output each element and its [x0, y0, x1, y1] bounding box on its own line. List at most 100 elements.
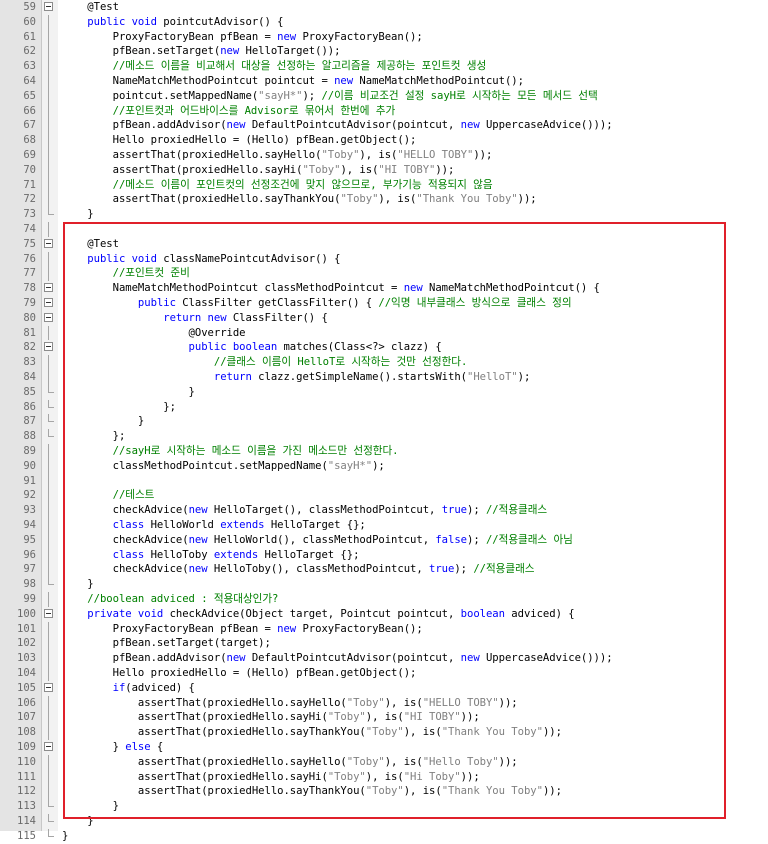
code-token: ), is(: [365, 711, 404, 724]
code-line[interactable]: 105 if(adviced) {: [0, 681, 768, 696]
code-line[interactable]: 80 return new ClassFilter() {: [0, 311, 768, 326]
code-line[interactable]: 110 assertThat(proxiedHello.sayHello("To…: [0, 754, 768, 770]
code-line[interactable]: 61 ProxyFactoryBean pfBean = new ProxyFa…: [0, 29, 768, 45]
code-line[interactable]: 67 pfBean.addAdvisor(new DefaultPointcut…: [0, 118, 768, 134]
code-token: "Toby": [321, 149, 360, 161]
fold-toggle-icon[interactable]: [44, 238, 53, 248]
code-line[interactable]: 87 }: [0, 414, 768, 429]
code-token: matches(Class<?> clazz) {: [283, 341, 442, 354]
code-token: else: [125, 741, 157, 753]
code-line[interactable]: 92 //테스트: [0, 488, 768, 504]
line-number: 65: [23, 89, 36, 102]
code-text: //boolean adviced : 적용대상인가?: [62, 592, 278, 607]
line-number: 99: [23, 593, 36, 605]
code-line[interactable]: 114 }: [0, 814, 768, 829]
code-line[interactable]: 109 } else {: [0, 740, 768, 755]
code-line[interactable]: 83 //클래스 이름이 HelloT로 시작하는 것만 선정한다.: [0, 355, 768, 370]
code-line[interactable]: 104 Hello proxiedHello = (Hello) pfBean.…: [0, 666, 768, 681]
code-token: //메소드 이름을 비교해서 대상을 선정하는 알고리즘을 제공하는 포인트컷 …: [62, 60, 487, 73]
code-line[interactable]: 75 @Test: [0, 237, 768, 252]
code-line[interactable]: 98 }: [0, 577, 768, 592]
fold-guide: [48, 266, 49, 282]
fold-toggle-icon[interactable]: [44, 312, 53, 322]
code-line[interactable]: 90 classMethodPointcut.setMappedName("sa…: [0, 458, 768, 474]
code-token: if: [62, 681, 126, 694]
code-line[interactable]: 66 //포인트컷과 어드바이스를 Advisor로 묶어서 한번에 추가: [0, 103, 768, 119]
code-line[interactable]: 72 assertThat(proxiedHello.sayThankYou("…: [0, 192, 768, 208]
code-line[interactable]: 94 class HelloWorld extends HelloTarget …: [0, 518, 768, 533]
code-line[interactable]: 78 NameMatchMethodPointcut classMethodPo…: [0, 281, 768, 296]
code-text: //메소드 이름을 비교해서 대상을 선정하는 알고리즘을 제공하는 포인트컷 …: [62, 59, 487, 74]
fold-toggle-icon[interactable]: [44, 298, 53, 307]
code-line[interactable]: 111 assertThat(proxiedHello.sayHi("Toby"…: [0, 769, 768, 785]
code-line[interactable]: 68 Hello proxiedHello = (Hello) pfBean.g…: [0, 133, 768, 148]
code-line[interactable]: 71 //메소드 이름이 포인트컷의 선정조건에 맞지 않으므로, 부가기능 적…: [0, 177, 768, 193]
code-line[interactable]: 70 assertThat(proxiedHello.sayHi("Toby")…: [0, 162, 768, 178]
code-line[interactable]: 79 public ClassFilter getClassFilter() {…: [0, 296, 768, 311]
code-line[interactable]: 59 @Test: [0, 0, 768, 15]
code-line[interactable]: 62 pfBean.setTarget(new HelloTarget());: [0, 44, 768, 60]
code-line[interactable]: 82 public boolean matches(Class<?> clazz…: [0, 340, 768, 355]
code-line[interactable]: 102 pfBean.setTarget(target);: [0, 636, 768, 652]
code-token: checkAdvice(Object target, Pointcut poin…: [169, 607, 461, 620]
code-line[interactable]: 93 checkAdvice(new HelloTarget(), classM…: [0, 503, 768, 518]
code-line[interactable]: 69 assertThat(proxiedHello.sayHello("Tob…: [0, 148, 768, 163]
code-line[interactable]: 99 //boolean adviced : 적용대상인가?: [0, 592, 768, 607]
code-text: pfBean.addAdvisor(new DefaultPointcutAdv…: [62, 118, 613, 133]
code-token: "sayH*": [327, 459, 373, 472]
code-token: HelloTarget {};: [270, 519, 366, 531]
code-line[interactable]: 115}: [0, 828, 768, 844]
code-line[interactable]: 91: [0, 473, 768, 489]
code-line[interactable]: 64 NameMatchMethodPointcut pointcut = ne…: [0, 74, 768, 89]
line-number: 108: [17, 726, 36, 739]
code-line[interactable]: 86 };: [0, 399, 768, 415]
fold-toggle-icon[interactable]: [44, 682, 53, 692]
code-token: );: [372, 459, 385, 472]
code-line[interactable]: 107 assertThat(proxiedHello.sayHi("Toby"…: [0, 710, 768, 726]
code-line[interactable]: 103 pfBean.addAdvisor(new DefaultPointcu…: [0, 651, 768, 666]
code-token: }: [62, 415, 145, 428]
code-line[interactable]: 85 }: [0, 384, 768, 400]
fold-guide: [48, 473, 49, 489]
fold-toggle-icon[interactable]: [44, 283, 53, 293]
code-token: ));: [460, 711, 480, 724]
code-line[interactable]: 88 };: [0, 429, 768, 444]
fold-guide: [48, 355, 49, 370]
fold-guide: [48, 725, 49, 740]
code-line[interactable]: 106 assertThat(proxiedHello.sayHello("To…: [0, 695, 768, 711]
fold-toggle-icon[interactable]: [44, 342, 53, 352]
fold-toggle-icon[interactable]: [44, 2, 53, 11]
code-line[interactable]: 95 checkAdvice(new HelloWorld(), classMe…: [0, 532, 768, 548]
code-line[interactable]: 73 }: [0, 207, 768, 222]
code-token: "Hello Toby": [422, 755, 499, 768]
line-number: 79: [23, 297, 36, 309]
fold-toggle-icon[interactable]: [44, 608, 53, 618]
code-token: new: [277, 30, 303, 43]
code-line[interactable]: 100 private void checkAdvice(Object targ…: [0, 607, 768, 622]
code-token: checkAdvice(: [62, 533, 189, 546]
code-line[interactable]: 74: [0, 222, 768, 237]
code-line[interactable]: 89 //sayH로 시작하는 메소드 이름을 가진 메소드만 선정한다.: [0, 444, 768, 459]
code-line[interactable]: 112 assertThat(proxiedHello.sayThankYou(…: [0, 784, 768, 800]
line-number: 81: [23, 326, 36, 339]
fold-guide: [48, 518, 49, 533]
code-line[interactable]: 76 public void classNamePointcutAdvisor(…: [0, 251, 768, 267]
code-line[interactable]: 108 assertThat(proxiedHello.sayThankYou(…: [0, 725, 768, 740]
code-token: "Thank You Toby": [416, 193, 518, 206]
code-line[interactable]: 65 pointcut.setMappedName("sayH*"); //이름…: [0, 88, 768, 104]
code-token: ));: [542, 785, 562, 798]
code-line[interactable]: 60 public void pointcutAdvisor() {: [0, 14, 768, 30]
code-line[interactable]: 77 //포인트컷 준비: [0, 266, 768, 282]
code-line[interactable]: 63 //메소드 이름을 비교해서 대상을 선정하는 알고리즘을 제공하는 포인…: [0, 59, 768, 74]
code-line[interactable]: 101 ProxyFactoryBean pfBean = new ProxyF…: [0, 621, 768, 637]
code-token: pointcut.setMappedName(: [62, 89, 259, 102]
code-line[interactable]: 97 checkAdvice(new HelloToby(), classMet…: [0, 562, 768, 578]
code-editor[interactable]: 59 @Test 60 public void pointcutAdvisor()…: [0, 0, 768, 842]
code-token: ProxyFactoryBean();: [302, 622, 423, 635]
line-number: 88: [23, 430, 36, 443]
code-line[interactable]: 84 return clazz.getSimpleName().startsWi…: [0, 370, 768, 385]
fold-toggle-icon[interactable]: [44, 742, 53, 751]
code-line[interactable]: 113 }: [0, 799, 768, 814]
code-line[interactable]: 81 @Override: [0, 325, 768, 341]
code-line[interactable]: 96 class HelloToby extends HelloTarget {…: [0, 547, 768, 563]
